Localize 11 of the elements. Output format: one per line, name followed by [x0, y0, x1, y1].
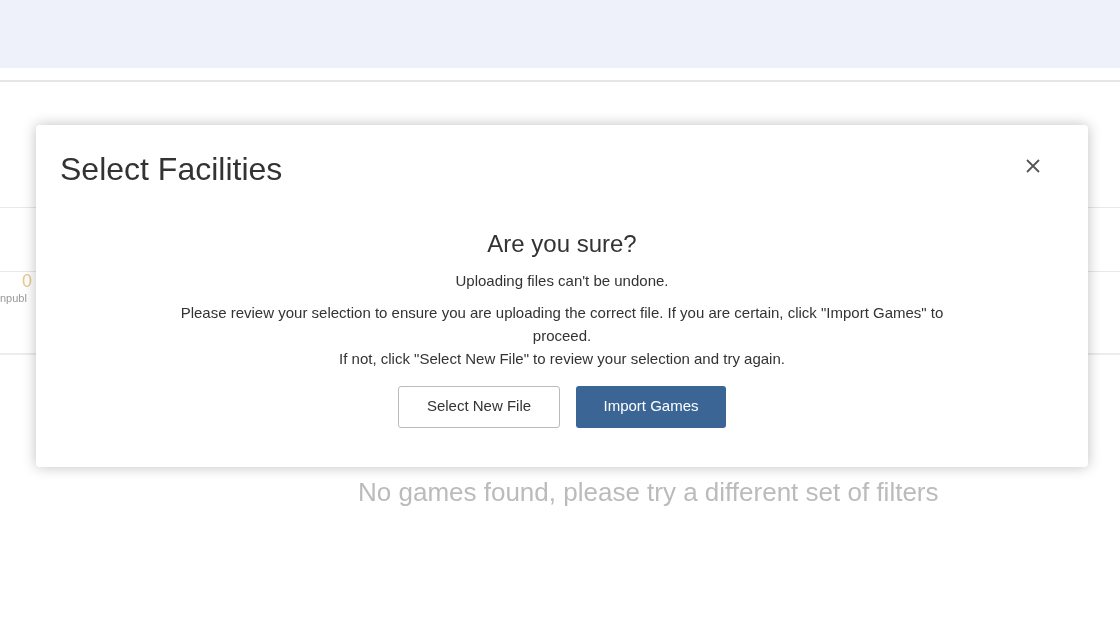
stat-value: 0: [22, 272, 32, 290]
message-text: Please review your selection to ensure you are uploading the correct file. If you are certain, click "Import Games" to proceed.: [179, 302, 945, 346]
modal-title: Select Facilities: [60, 150, 283, 189]
confirm-heading: Are you sure?: [486, 229, 638, 259]
empty-message: No games found, please try a different set of filters: [358, 476, 939, 509]
stat-label: npubl: [0, 291, 27, 306]
warning-text: Uploading files can't be undone.: [454, 271, 670, 291]
message-text: If not, click "Select New File" to review your selection and try again.: [338, 348, 786, 369]
close-icon: [1026, 158, 1040, 173]
import-button[interactable]: Import Games: [576, 385, 726, 428]
select-file-button[interactable]: Select New File: [398, 385, 560, 428]
